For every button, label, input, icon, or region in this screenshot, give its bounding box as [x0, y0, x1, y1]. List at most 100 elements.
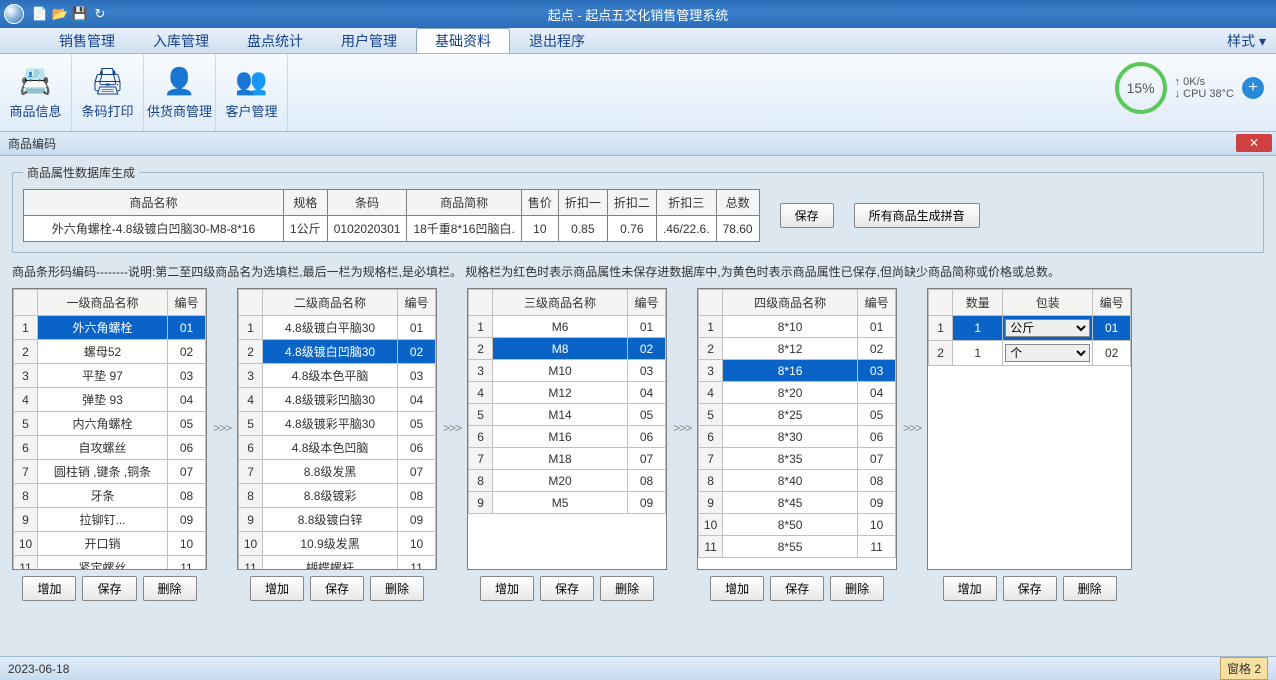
table-row[interactable]: 1M601: [469, 316, 666, 338]
cell-disc1[interactable]: 0.85: [558, 216, 607, 242]
table-row[interactable]: 24.8级镀白凹脑3002: [239, 340, 436, 364]
table-row[interactable]: 1010.9级发黑10: [239, 532, 436, 556]
plus-button[interactable]: +: [1242, 77, 1264, 99]
table-row[interactable]: 108*5010: [699, 514, 896, 536]
table-row[interactable]: 3平垫 9703: [14, 364, 206, 388]
table-row[interactable]: 8M2008: [469, 470, 666, 492]
table-row[interactable]: 64.8级本色凹脑06: [239, 436, 436, 460]
l1-add-button[interactable]: 增加: [22, 576, 76, 601]
tab-inventory[interactable]: 盘点统计: [228, 28, 322, 53]
table-row[interactable]: 38*1603: [699, 360, 896, 382]
table-row[interactable]: 78.8级发黑07: [239, 460, 436, 484]
l5-del-button[interactable]: 删除: [1063, 576, 1117, 601]
cell-name[interactable]: 外六角螺栓-4.8级镀白凹脑30-M8-8*16: [24, 216, 284, 242]
level5-grid[interactable]: 数量包装编号11公斤0121个02: [928, 289, 1131, 366]
table-row[interactable]: 98*4509: [699, 492, 896, 514]
table-row[interactable]: 18*1001: [699, 316, 896, 338]
table-row[interactable]: 5内六角螺栓05: [14, 412, 206, 436]
table-row[interactable]: 4M1204: [469, 382, 666, 404]
tool-customer[interactable]: 👥 客户管理: [216, 54, 288, 131]
l2-del-button[interactable]: 删除: [370, 576, 424, 601]
l2-add-button[interactable]: 增加: [250, 576, 304, 601]
col-barcode: 条码: [327, 190, 407, 216]
l2-save-button[interactable]: 保存: [310, 576, 364, 601]
col-disc3: 折扣三: [656, 190, 716, 216]
table-row[interactable]: 78*3507: [699, 448, 896, 470]
table-row[interactable]: 8牙条08: [14, 484, 206, 508]
cell-barcode[interactable]: 0102020301: [327, 216, 407, 242]
l3-add-button[interactable]: 增加: [480, 576, 534, 601]
table-row[interactable]: 6M1606: [469, 426, 666, 448]
pack-select[interactable]: 个: [1005, 344, 1090, 362]
l3-save-button[interactable]: 保存: [540, 576, 594, 601]
table-row[interactable]: 9M509: [469, 492, 666, 514]
tab-users[interactable]: 用户管理: [322, 28, 416, 53]
l5-save-button[interactable]: 保存: [1003, 576, 1057, 601]
l4-del-button[interactable]: 删除: [830, 576, 884, 601]
cell-disc3[interactable]: .46/22.6.: [656, 216, 716, 242]
table-row[interactable]: 98.8级镀白锌09: [239, 508, 436, 532]
style-dropdown[interactable]: 样式 ▾: [1217, 28, 1276, 53]
table-row[interactable]: 68*3006: [699, 426, 896, 448]
tool-barcode-print[interactable]: 🖨 条码打印: [72, 54, 144, 131]
table-row[interactable]: 34.8级本色平脑03: [239, 364, 436, 388]
table-row[interactable]: 58*2505: [699, 404, 896, 426]
table-row[interactable]: 88.8级镀彩08: [239, 484, 436, 508]
table-row[interactable]: 118*5511: [699, 536, 896, 558]
level4-grid[interactable]: 四级商品名称编号18*100128*120238*160348*200458*2…: [698, 289, 896, 558]
table-row[interactable]: 21个02: [929, 341, 1131, 366]
tab-stockin[interactable]: 入库管理: [134, 28, 228, 53]
cell-disc2[interactable]: 0.76: [607, 216, 656, 242]
gen-pinyin-button[interactable]: 所有商品生成拼音: [854, 203, 980, 228]
table-row[interactable]: 28*1202: [699, 338, 896, 360]
table-row[interactable]: 7圆柱销 ,键条 ,铜条07: [14, 460, 206, 484]
table-row[interactable]: 4弹垫 9304: [14, 388, 206, 412]
close-button[interactable]: ✕: [1236, 134, 1272, 152]
table-row[interactable]: 2M802: [469, 338, 666, 360]
tab-exit[interactable]: 退出程序: [510, 28, 604, 53]
l4-add-button[interactable]: 增加: [710, 576, 764, 601]
table-row[interactable]: 44.8级镀彩凹脑3004: [239, 388, 436, 412]
tool-product-info[interactable]: 📇 商品信息: [0, 54, 72, 131]
table-row[interactable]: 48*2004: [699, 382, 896, 404]
cell-price[interactable]: 10: [521, 216, 558, 242]
table-row[interactable]: 14.8级镀白平脑3001: [239, 316, 436, 340]
level2-grid[interactable]: 二级商品名称编号14.8级镀白平脑300124.8级镀白凹脑300234.8级本…: [238, 289, 436, 569]
level3-grid[interactable]: 三级商品名称编号1M6012M8023M10034M12045M14056M16…: [468, 289, 666, 514]
l1-save-button[interactable]: 保存: [82, 576, 136, 601]
l5-add-button[interactable]: 增加: [943, 576, 997, 601]
table-row[interactable]: 7M1807: [469, 448, 666, 470]
tab-basicdata[interactable]: 基础资料: [416, 28, 510, 53]
col-disc1: 折扣一: [558, 190, 607, 216]
cell-spec[interactable]: 1公斤: [284, 216, 328, 242]
table-row[interactable]: 6自攻螺丝06: [14, 436, 206, 460]
l4-save-button[interactable]: 保存: [770, 576, 824, 601]
tool-supplier[interactable]: 👤 供货商管理: [144, 54, 216, 131]
cell-total[interactable]: 78.60: [716, 216, 759, 242]
app-logo-icon: [4, 4, 24, 24]
cell-short[interactable]: 18千重8*16凹脑白.: [407, 216, 521, 242]
arrow-up-icon: ↑: [1175, 76, 1181, 88]
table-row[interactable]: 11公斤01: [929, 316, 1131, 341]
table-row[interactable]: 11蝴蝶螺杆11: [239, 556, 436, 570]
redo-icon[interactable]: ↻: [92, 6, 108, 22]
table-row[interactable]: 54.8级镀彩平脑3005: [239, 412, 436, 436]
open-icon[interactable]: 📂: [52, 6, 68, 22]
table-row[interactable]: 5M1405: [469, 404, 666, 426]
table-row[interactable]: 10开口销10: [14, 532, 206, 556]
l3-del-button[interactable]: 删除: [600, 576, 654, 601]
table-row[interactable]: 2螺母5202: [14, 340, 206, 364]
save-icon[interactable]: 💾: [72, 6, 88, 22]
table-row[interactable]: 88*4008: [699, 470, 896, 492]
level1-grid[interactable]: 一级商品名称编号1外六角螺栓012螺母52023平垫 97034弹垫 93045…: [13, 289, 206, 569]
l1-del-button[interactable]: 删除: [143, 576, 197, 601]
col-price: 售价: [521, 190, 558, 216]
tab-sales[interactable]: 销售管理: [40, 28, 134, 53]
save-attr-button[interactable]: 保存: [780, 203, 834, 228]
table-row[interactable]: 11紧定螺丝11: [14, 556, 206, 570]
pack-select[interactable]: 公斤: [1005, 319, 1090, 337]
table-row[interactable]: 3M1003: [469, 360, 666, 382]
new-icon[interactable]: 📄: [32, 6, 48, 22]
table-row[interactable]: 1外六角螺栓01: [14, 316, 206, 340]
table-row[interactable]: 9拉铆钉...09: [14, 508, 206, 532]
